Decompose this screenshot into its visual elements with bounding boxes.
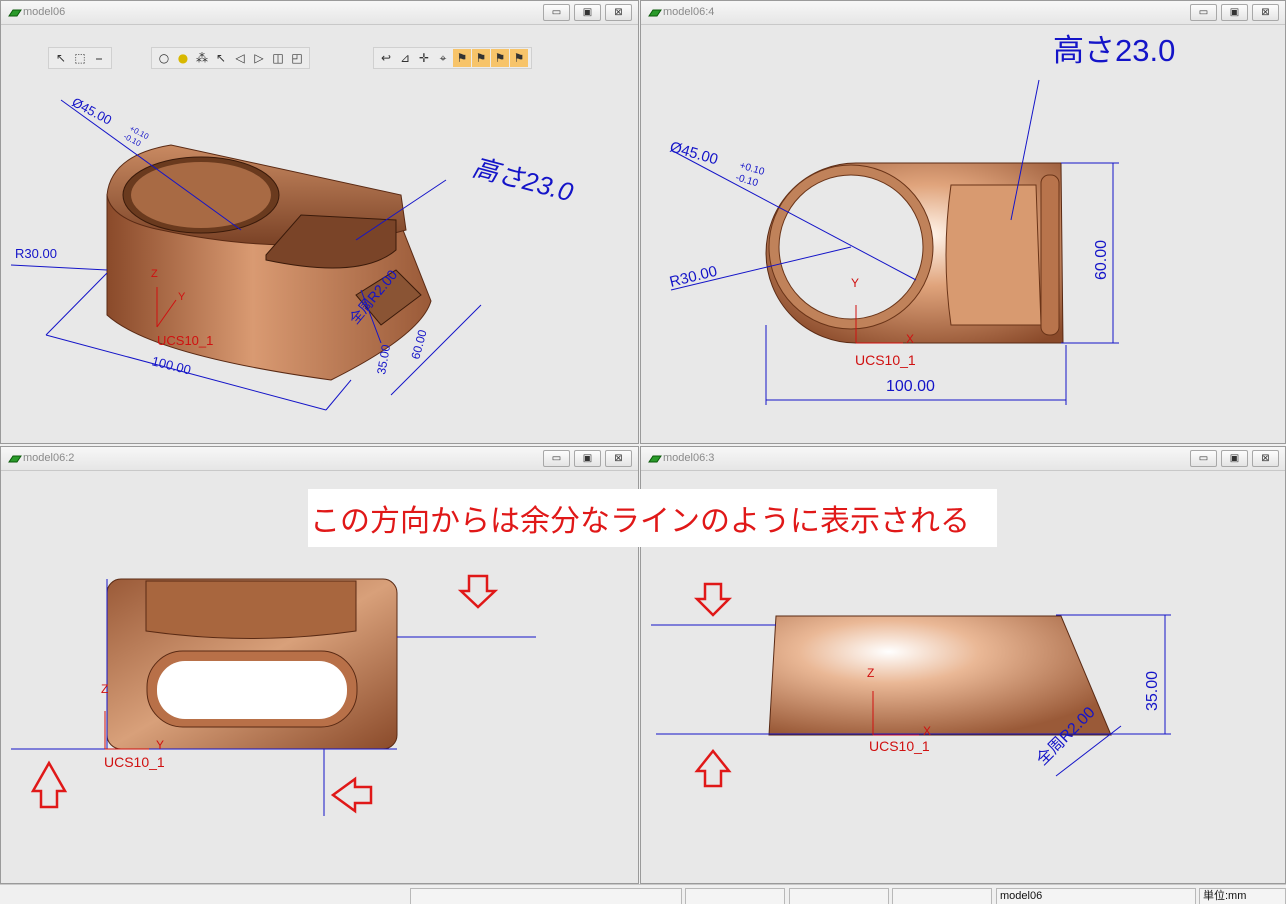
status-bar: model06 単位:mm [0, 884, 1286, 904]
ucs-x-label: X [906, 332, 914, 346]
viewport-title: model06:3 [663, 452, 715, 464]
viewport-title: model06:2 [23, 452, 75, 464]
part-slot [945, 184, 1042, 326]
close-button[interactable]: ⊠ [1252, 450, 1279, 467]
arrow-down-icon [693, 582, 733, 617]
ucs-x-label: X [923, 724, 931, 738]
model-icon [8, 455, 22, 463]
ucs-z-label: Z [151, 268, 158, 280]
restore-button[interactable]: ▣ [1221, 4, 1248, 21]
viewport-titlebar[interactable]: model06:3 ▭ ▣ ⊠ [641, 447, 1285, 471]
status-cell [410, 888, 682, 904]
viewport-top[interactable]: model06:4 ▭ ▣ ⊠ 高さ23.0 Ø45.00 +0.10 -0.1… [640, 0, 1286, 444]
filter-icon[interactable]: ⊿ [396, 49, 414, 67]
part-body [768, 615, 1112, 736]
dim-radius: R30.00 [668, 263, 719, 291]
status-cell [789, 888, 889, 904]
arrow-select-icon[interactable]: ↖ [212, 49, 230, 67]
viewport-title: model06 [23, 6, 66, 18]
dim-height: 35.00 [1144, 671, 1161, 711]
status-model: model06 [996, 888, 1196, 904]
ucs-y-label: Y [178, 291, 186, 303]
cube-mode-icon[interactable]: ◰ [288, 49, 306, 67]
dim-diameter: Ø45.00 [668, 139, 720, 169]
viewport-titlebar[interactable]: model06:4 ▭ ▣ ⊠ [641, 1, 1285, 25]
minimize-button[interactable]: ▭ [1190, 450, 1217, 467]
nav-left-icon[interactable]: ◁ [231, 49, 249, 67]
iso-scene: Ø45.00 +0.10 -0.10 高さ23.0 R30.00 100.00 … [10, 94, 577, 411]
status-unit: 単位:mm [1199, 888, 1286, 904]
box-select-icon[interactable]: ⬚ [71, 49, 89, 67]
model-icon [648, 9, 662, 17]
callout-text: この方向からは余分なラインのように表示される [310, 504, 970, 539]
viewport-titlebar[interactable]: model06 ▭ ▣ ⊠ [1, 1, 638, 25]
dim-length: 100.00 [886, 378, 935, 395]
bulb-on-icon[interactable]: ● [174, 49, 192, 67]
arrow-down-icon [457, 574, 499, 609]
flag1-icon[interactable]: ⚑ [453, 49, 471, 67]
flag2-icon[interactable]: ⚑ [472, 49, 490, 67]
ucs-y-label: Y [851, 276, 859, 290]
viewport-titlebar[interactable]: model06:2 ▭ ▣ ⊠ [1, 447, 638, 471]
toolbar-snap: ↩ ⊿ ✛ ⌖ ⚑ ⚑ ⚑ ⚑ [373, 47, 532, 69]
dim-width: 60.00 [408, 328, 429, 361]
minimize-button[interactable]: ▭ [1190, 4, 1217, 21]
dim-height-note: 高さ23.0 [469, 152, 576, 208]
ucs-label: UCS10_1 [157, 333, 213, 348]
viewport-canvas[interactable]: 高さ23.0 Ø45.00 +0.10 -0.10 R30.00 100.00 … [641, 25, 1285, 443]
dim-length: 100.00 [150, 353, 192, 377]
flag3-icon[interactable]: ⚑ [491, 49, 509, 67]
minimize-button[interactable]: ▭ [543, 450, 570, 467]
flag4-icon[interactable]: ⚑ [510, 49, 528, 67]
cube-view-icon[interactable]: ◫ [269, 49, 287, 67]
dim-radius: R30.00 [15, 246, 57, 261]
snap2-icon[interactable]: ⌖ [434, 49, 452, 67]
arrow-up-icon [694, 748, 732, 788]
ucs-label: UCS10_1 [869, 738, 930, 754]
close-button[interactable]: ⊠ [1252, 4, 1279, 21]
model-icon [8, 9, 22, 17]
restore-button[interactable]: ▣ [574, 4, 601, 21]
toolbar-selection: ↖ ⬚ ⎯ [48, 47, 112, 69]
status-cell [892, 888, 992, 904]
ucs-z-label: Z [867, 666, 874, 680]
close-button[interactable]: ⊠ [605, 4, 632, 21]
ucs-y-label: Y [156, 738, 164, 752]
status-cell [685, 888, 785, 904]
annotation-callout: この方向からは余分なラインのように表示される [308, 489, 997, 547]
viewport-canvas[interactable]: Ø45.00 +0.10 -0.10 高さ23.0 R30.00 100.00 … [1, 25, 638, 443]
snap-icon[interactable]: ✛ [415, 49, 433, 67]
select-x-icon[interactable]: ↖ [52, 49, 70, 67]
dim-width: 60.00 [1093, 240, 1110, 280]
ucs-label: UCS10_1 [855, 352, 916, 368]
ucs-z-label: Z [101, 682, 108, 696]
close-button[interactable]: ⊠ [605, 450, 632, 467]
minimize-button[interactable]: ▭ [543, 4, 570, 21]
nav-right-icon[interactable]: ▷ [250, 49, 268, 67]
arrow-up-icon [30, 760, 68, 809]
restore-button[interactable]: ▣ [1221, 450, 1248, 467]
line-dropdown-icon[interactable]: ⎯ [90, 49, 108, 67]
viewport-iso[interactable]: model06 ▭ ▣ ⊠ Ø45.00 +0.10 -0.10 高さ23.0 … [0, 0, 639, 444]
viewport-title: model06:4 [663, 6, 715, 18]
model-icon [648, 455, 662, 463]
top-scene: 高さ23.0 Ø45.00 +0.10 -0.10 R30.00 100.00 … [668, 33, 1175, 405]
undo-icon[interactable]: ↩ [377, 49, 395, 67]
part-top-slot [145, 580, 357, 639]
toolbar-display: ○ ● ⁂ ↖ ◁ ▷ ◫ ◰ [151, 47, 310, 69]
ucs-label: UCS10_1 [104, 754, 165, 770]
restore-button[interactable]: ▣ [574, 450, 601, 467]
dim-height-note: 高さ23.0 [1053, 33, 1175, 68]
bulb-group-icon[interactable]: ⁂ [193, 49, 211, 67]
arrow-left-icon [330, 776, 373, 814]
bulb-icon[interactable]: ○ [155, 49, 173, 67]
